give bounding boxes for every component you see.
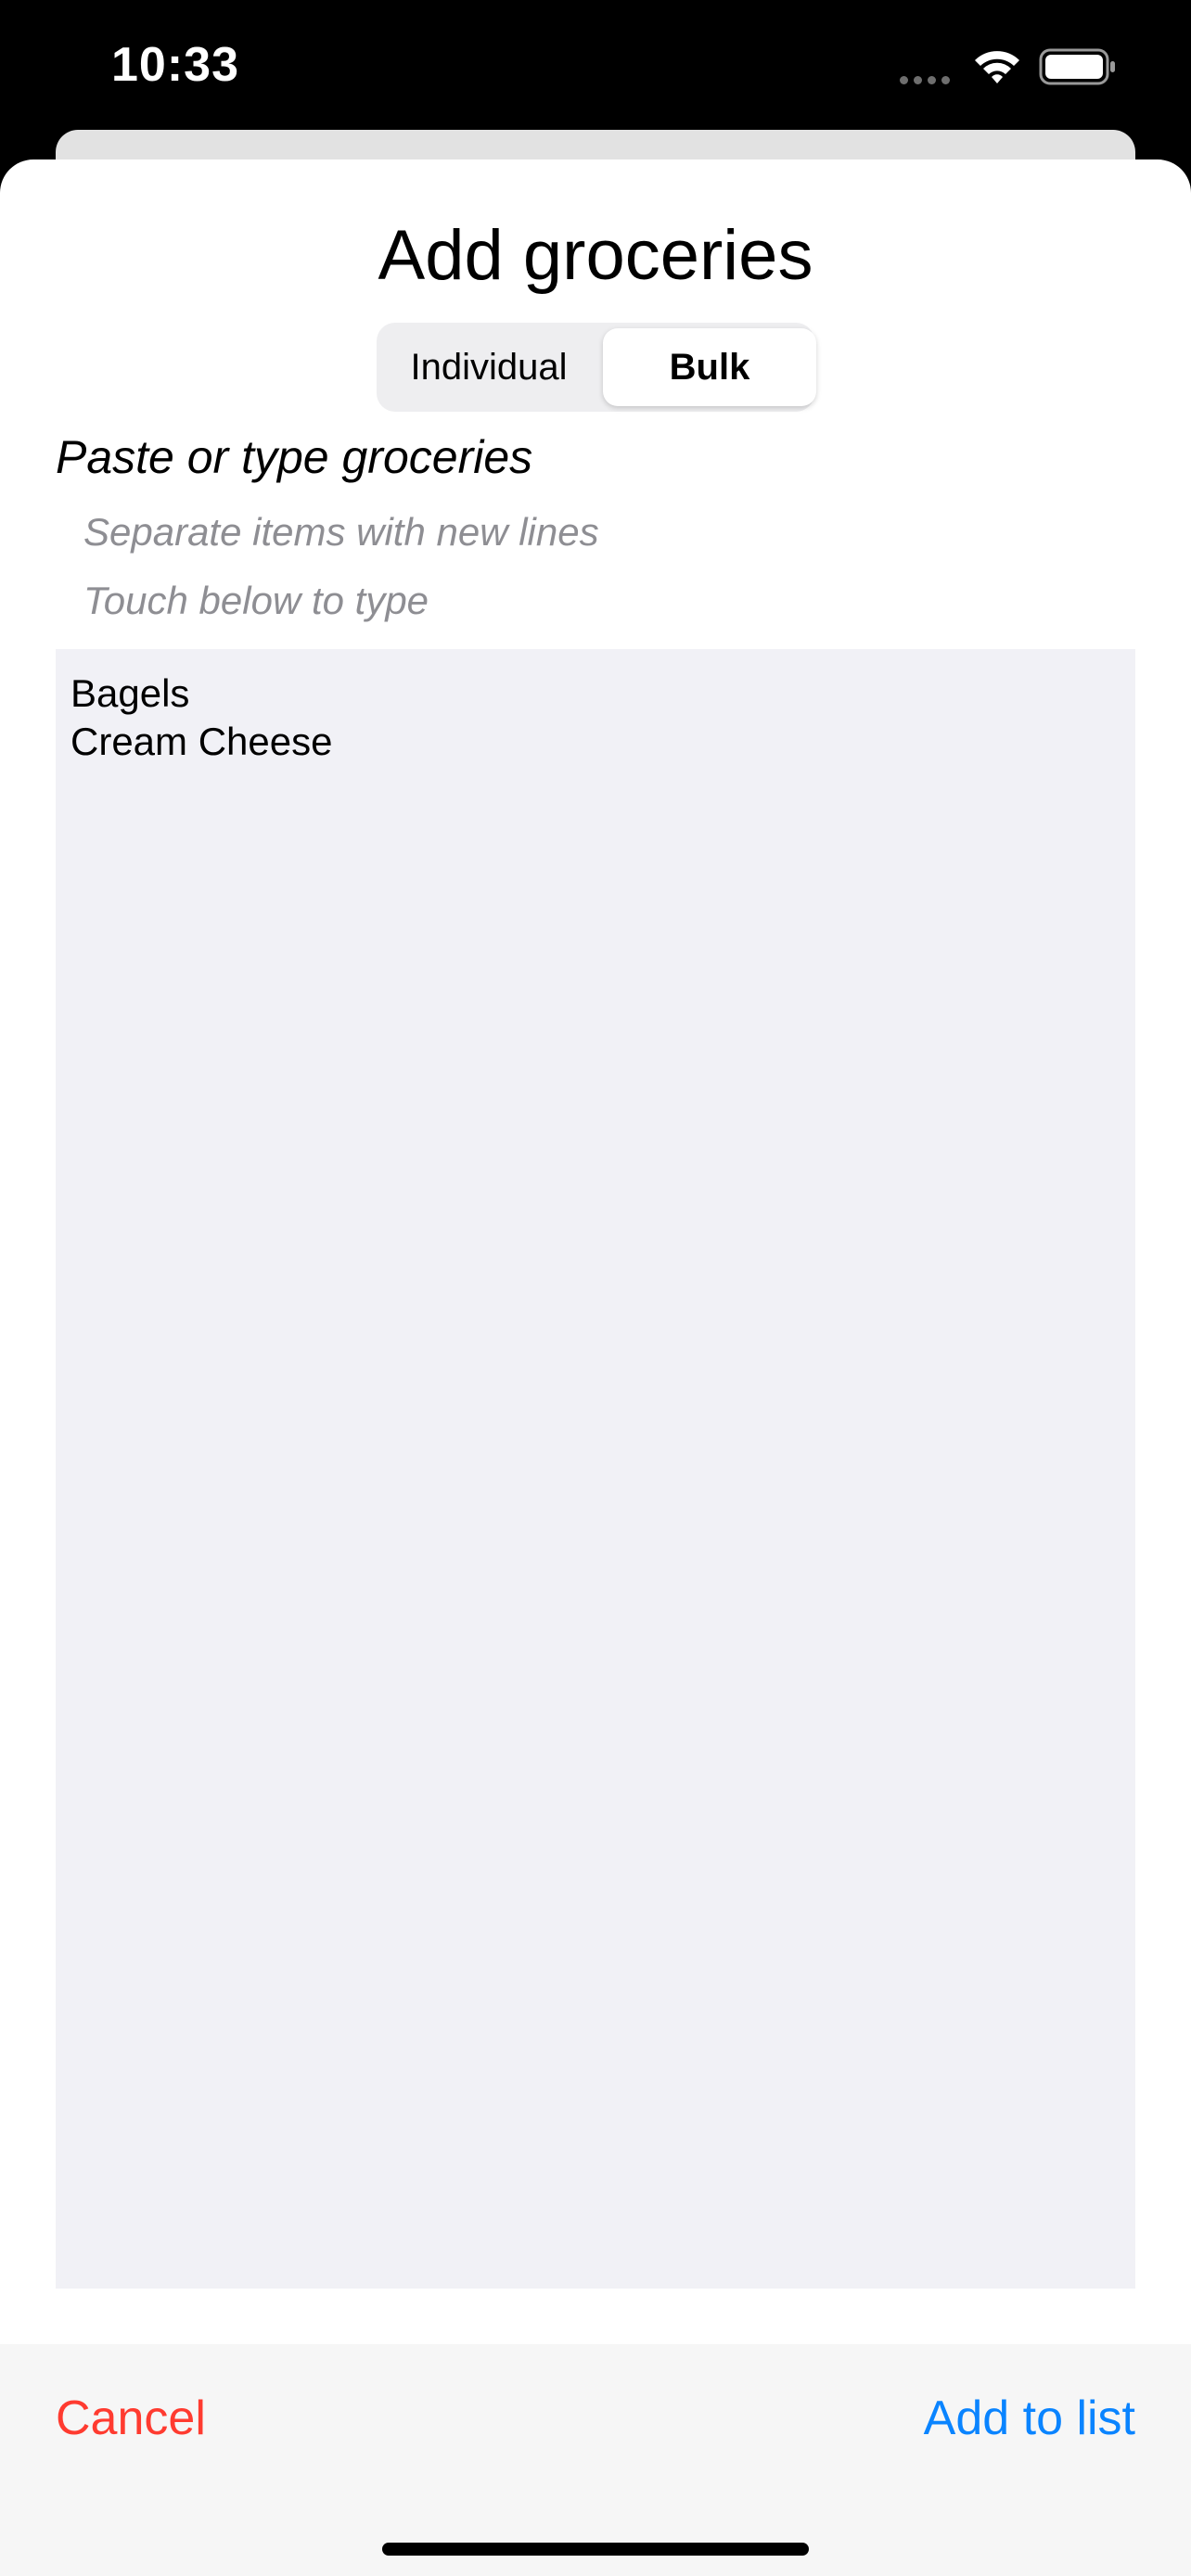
text-line: Bagels: [70, 671, 190, 715]
text-line: Cream Cheese: [70, 720, 333, 763]
home-indicator[interactable]: [382, 2543, 809, 2556]
signal-icon: [900, 72, 955, 89]
wifi-icon: [975, 51, 1019, 83]
battery-icon: [1039, 48, 1115, 85]
hint-touch-to-type: Touch below to type: [83, 579, 429, 622]
status-bar: 10:33: [0, 0, 1191, 130]
section-title: Paste or type groceries: [56, 431, 533, 483]
segment-bulk[interactable]: Bulk: [603, 328, 816, 406]
mode-segmented-control: Individual Bulk: [377, 323, 816, 412]
add-groceries-sheet: Add groceries Individual Bulk Paste or t…: [0, 159, 1191, 2576]
groceries-text-area[interactable]: Bagels Cream Cheese: [56, 649, 1135, 2289]
segment-individual[interactable]: Individual: [382, 328, 596, 406]
bottom-toolbar: Cancel Add to list: [0, 2344, 1191, 2576]
add-to-list-button[interactable]: Add to list: [924, 2391, 1135, 2446]
cancel-button[interactable]: Cancel: [56, 2391, 206, 2446]
status-time: 10:33: [111, 38, 239, 92]
hint-separate-items: Separate items with new lines: [83, 510, 599, 554]
page-title: Add groceries: [378, 216, 813, 295]
